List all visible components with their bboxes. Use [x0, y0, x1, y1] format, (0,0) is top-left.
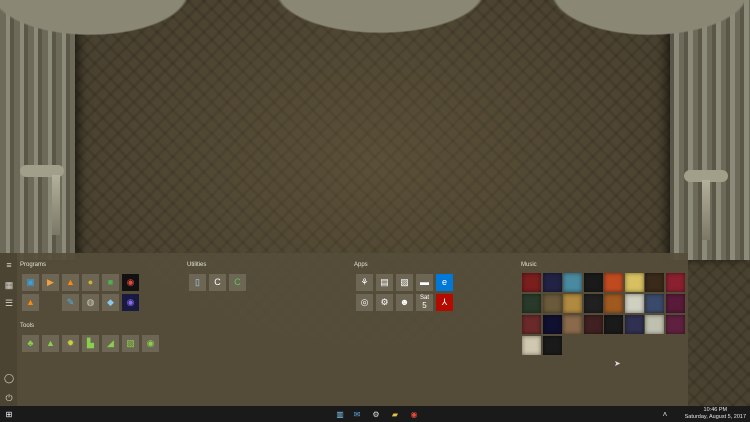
mail-icon[interactable]: ✉: [352, 409, 362, 419]
start-menu: ≡ ▦ ☰ ◯ ⏻ Programs ▣ ▶ ▲ ● ■ ◉ ▲ ✎ ◍ ◆ ◉…: [0, 253, 688, 406]
all-apps-icon[interactable]: ☰: [4, 298, 14, 308]
group-label-utilities: Utilities: [187, 262, 207, 268]
ccleaner-green-icon[interactable]: C: [229, 274, 246, 291]
album-cover-tile[interactable]: [522, 273, 541, 292]
store-icon[interactable]: ▤: [376, 274, 393, 291]
chrome-icon[interactable]: ◉: [122, 274, 139, 291]
group-label-programs: Programs: [20, 262, 47, 268]
album-cover-tile[interactable]: [624, 294, 644, 313]
album-cover-tile[interactable]: [583, 294, 603, 313]
media-player-icon[interactable]: ▶: [42, 274, 59, 291]
curtain-tassel-left: [52, 175, 60, 235]
photos-icon[interactable]: ▨: [396, 274, 413, 291]
album-cover-tile[interactable]: [645, 273, 664, 292]
album-cover-tile[interactable]: [665, 315, 685, 334]
album-cover-tile[interactable]: [583, 315, 603, 334]
vlc-icon[interactable]: ▲: [62, 274, 79, 291]
start-rail: ≡ ▦ ☰ ◯ ⏻: [0, 253, 17, 406]
group-label-apps: Apps: [354, 262, 368, 268]
album-cover-tile[interactable]: [604, 294, 623, 313]
tree-icon[interactable]: ⚘: [356, 274, 373, 291]
chevron-up-icon[interactable]: ˄: [660, 409, 670, 419]
album-cover-tile[interactable]: [542, 273, 562, 292]
feather-icon[interactable]: ✎: [62, 294, 79, 311]
album-cover-tile[interactable]: [645, 294, 664, 313]
group-label-tools: Tools: [20, 323, 35, 329]
tool-1-icon[interactable]: ♣: [22, 335, 39, 352]
tool-5-icon[interactable]: ◢: [102, 335, 119, 352]
album-cover-tile[interactable]: [604, 315, 623, 334]
clock-date: Saturday, August 5, 2017: [684, 414, 746, 420]
album-cover-tile[interactable]: [563, 294, 582, 313]
hamburger-menu-icon[interactable]: ≡: [4, 260, 14, 270]
firefox-icon[interactable]: ◉: [122, 294, 139, 311]
album-cover-tile[interactable]: [624, 315, 644, 334]
album-cover-tile[interactable]: [604, 273, 623, 292]
tool-7-icon[interactable]: ◉: [142, 335, 159, 352]
power-icon[interactable]: ⏻: [4, 393, 14, 403]
tool-2-icon[interactable]: ▲: [42, 335, 59, 352]
windows-start-icon[interactable]: ⊞: [4, 409, 14, 419]
calendar-day: 5: [422, 301, 427, 310]
album-cover-tile[interactable]: [542, 294, 562, 313]
album-cover-tile[interactable]: [522, 294, 541, 313]
curtain-tassel-right: [702, 180, 710, 240]
group-label-music: Music: [521, 262, 537, 268]
album-cover-tile[interactable]: [665, 273, 685, 292]
alien-icon[interactable]: ☻: [396, 294, 413, 311]
photo-editor-icon[interactable]: ▣: [22, 274, 39, 291]
tool-4-icon[interactable]: ▙: [82, 335, 99, 352]
chrome-taskbar-icon[interactable]: ◉: [409, 409, 419, 419]
tool-6-icon[interactable]: ▧: [122, 335, 139, 352]
album-cover-tile[interactable]: [563, 315, 582, 334]
turtle-icon[interactable]: ◍: [82, 294, 99, 311]
album-cover-tile[interactable]: [522, 336, 541, 355]
clock-time: 10:46 PM: [703, 407, 728, 413]
album-cover-tile[interactable]: [665, 294, 685, 313]
calendar-icon[interactable]: Sat 5: [416, 294, 433, 311]
taskbar-clock[interactable]: 10:46 PM Saturday, August 5, 2017: [685, 407, 746, 421]
edge-icon[interactable]: e: [436, 274, 453, 291]
tool-3-icon[interactable]: ✹: [62, 335, 79, 352]
album-cover-tile[interactable]: [645, 315, 664, 334]
cortana-icon[interactable]: ◎: [356, 294, 373, 311]
box-icon[interactable]: ◆: [102, 294, 119, 311]
disk-utility-icon[interactable]: ▯: [189, 274, 206, 291]
ball-icon[interactable]: ●: [82, 274, 99, 291]
file-explorer-icon[interactable]: ▰: [390, 409, 400, 419]
settings-taskbar-icon[interactable]: ⚙: [371, 409, 381, 419]
user-icon[interactable]: ◯: [4, 373, 14, 383]
mouse-cursor: ➤: [614, 359, 621, 368]
vlc-small-icon[interactable]: ▲: [22, 294, 39, 311]
album-cover-tile[interactable]: [563, 273, 582, 292]
taskbar: ⊞ ▥ ✉ ⚙ ▰ ◉ ˄ 10:46 PM Saturday, August …: [0, 406, 750, 422]
album-cover-tile[interactable]: [542, 336, 562, 355]
album-cover-tile[interactable]: [583, 273, 603, 292]
curtain-valance: [0, 0, 750, 60]
ccleaner-icon[interactable]: C: [209, 274, 226, 291]
album-cover-tile[interactable]: [542, 315, 562, 334]
green-app-icon[interactable]: ■: [102, 274, 119, 291]
settings-icon[interactable]: ⚙: [376, 294, 393, 311]
recycle-bin-icon[interactable]: ▥: [335, 409, 345, 419]
album-cover-tile[interactable]: [624, 273, 644, 292]
acrobat-icon[interactable]: ⅄: [436, 294, 453, 311]
movies-icon[interactable]: ▬: [416, 274, 433, 291]
tiles-icon[interactable]: ▦: [4, 280, 14, 290]
album-cover-tile[interactable]: [522, 315, 541, 334]
